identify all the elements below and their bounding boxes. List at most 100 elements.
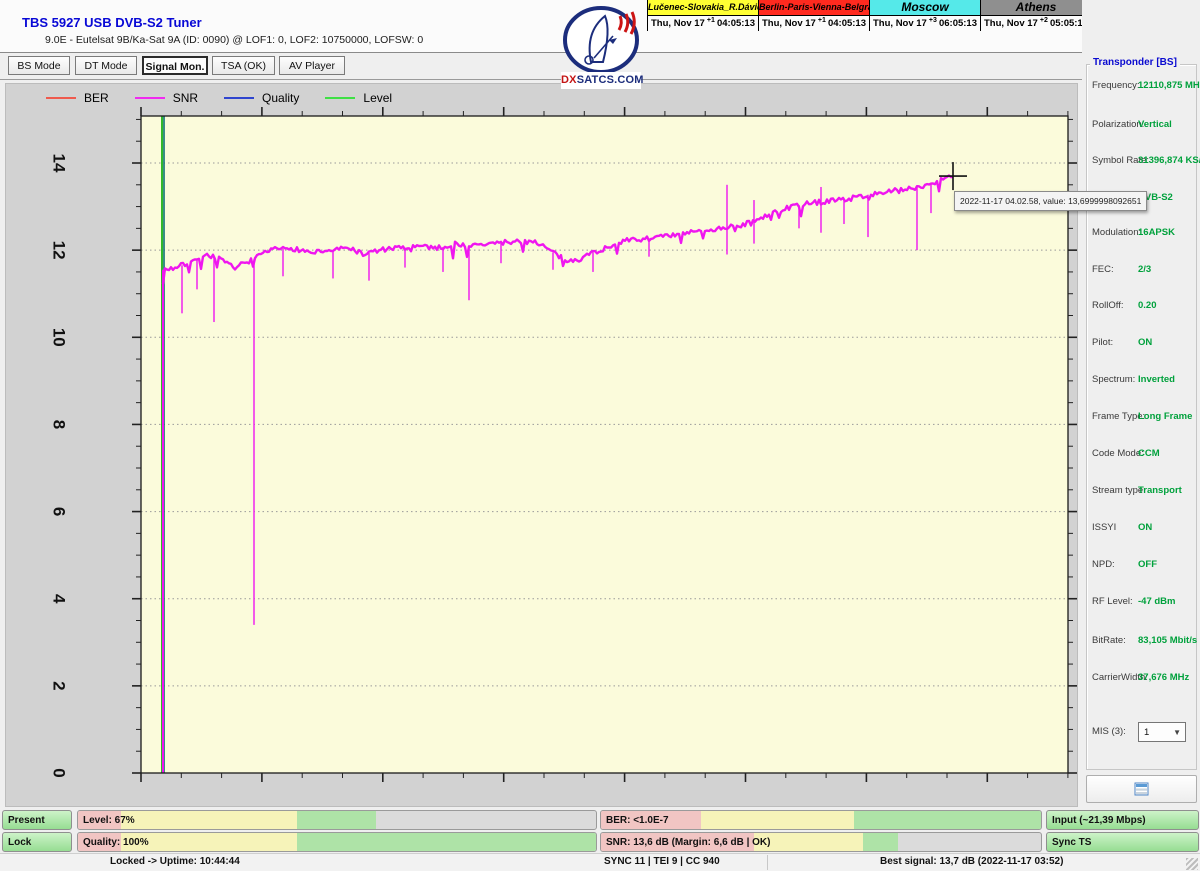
clock-date: Thu, Nov 17 [873,18,927,29]
best-signal-status: Best signal: 13,7 dB (2022-11-17 03:52) [880,856,1063,867]
bar-segment-yellow [121,811,297,829]
clock-city-header: Berlin-Paris-Vienna-Belgrade [759,0,869,16]
transponder-row: RF Level:-47 dBm [1082,596,1200,612]
transponder-row: Modulation:16APSK [1082,227,1200,243]
chart-legend: BERSNRQualityLevel [46,88,418,108]
transponder-row: Spectrum:Inverted [1082,374,1200,390]
transponder-value: 12110,875 MHz [1138,80,1200,91]
transponder-row: BitRate: 83,105 Mbit/s [1082,635,1200,651]
transponder-value: 16APSK [1138,227,1175,238]
uptime-status: Locked -> Uptime: 10:44:44 [110,856,240,867]
transponder-value: ON [1138,337,1152,348]
bar-segment-green [297,811,376,829]
lnb-settings-subtitle: 9.0E - Eutelsat 9B/Ka-Sat 9A (ID: 0090) … [45,34,423,46]
clock-city-header: Athens [981,0,1091,16]
transponder-label: RollOff: [1092,300,1124,311]
transponder-label: ISSYI [1092,522,1116,533]
mis-selected-value: 1 [1144,727,1149,738]
transponder-value: Inverted [1138,374,1175,385]
status-button-lock[interactable]: Lock [2,832,72,852]
dxsatcs-logo: DXSATCS.COM [561,6,641,92]
transponder-label: Polarization: [1092,119,1144,130]
bar-segment-green [297,833,596,851]
progress-bar: Quality: 100% [77,832,597,852]
legend-line-swatch [224,97,254,99]
satellite-dish-icon [561,6,641,74]
status-button-present[interactable]: Present [2,810,72,830]
logo-text: DXSATCS.COM [561,72,641,89]
transponder-row: CarrierWidth:37,676 MHz [1082,672,1200,688]
utc-offset: +1 [816,17,828,24]
transponder-value: Long Frame [1138,411,1192,422]
clock-time: Thu, Nov 17+205:05:13 [981,16,1091,31]
y-axis-label: 12 [50,241,69,260]
transponder-value: OFF [1138,559,1157,570]
transponder-label: RF Level: [1092,596,1133,607]
transponder-value: 83,105 Mbit/s [1138,635,1197,646]
mis-dropdown[interactable]: 1 ▼ [1138,722,1186,742]
utc-offset: +1 [705,17,717,24]
transponder-label: FEC: [1092,264,1114,275]
transponder-row: RollOff: 0.20 [1082,300,1200,316]
transponder-label: BitRate: [1092,635,1126,646]
mis-label: MIS (3): [1092,726,1126,737]
chart-tooltip: 2022-11-17 04.02.58, value: 13,699999809… [954,191,1147,211]
clock-time: Thu, Nov 17+104:05:13 [648,16,758,31]
transponder-value: ON [1138,522,1152,533]
snr-trend-chart[interactable]: 02468101214 [6,84,1079,808]
transponder-value: 0.20 [1138,300,1157,311]
tab-dt-mode[interactable]: DT Mode [75,56,137,75]
progress-bar: SNR: 13,6 dB (Margin: 6,6 dB | OK) [600,832,1042,852]
clock-cell: AthensThu, Nov 17+205:05:13 [981,0,1092,31]
statusbar-divider [767,855,768,870]
transponder-title: Transponder [BS] [1090,57,1180,68]
list-icon [1134,782,1149,796]
y-axis-label: 6 [50,507,69,516]
transponder-row: Code Mode:CCM [1082,448,1200,464]
y-axis-label: 14 [50,154,69,173]
y-axis-label: 8 [50,420,69,429]
transponder-label: Code Mode: [1092,448,1144,459]
transponder-row: Frame Type:Long Frame [1082,411,1200,427]
status-button-input-21-39-mbps-[interactable]: Input (~21,39 Mbps) [1046,810,1199,830]
bar-segment-yellow [701,811,854,829]
progress-bar: Level: 67% [77,810,597,830]
tab-signal-mon-[interactable]: Signal Mon. [142,56,208,75]
bar-segment-green [854,811,1041,829]
tab-tsa-ok-[interactable]: TSA (OK) [212,56,275,75]
transponder-row: ISSYI ON [1082,522,1200,538]
stream-list-button[interactable] [1086,775,1197,803]
transponder-value: 31396,874 KS/s [1138,155,1200,166]
clock-cell: Lučenec-Slovakia_R.DávidThu, Nov 17+104:… [648,0,759,31]
transponder-value: Vertical [1138,119,1172,130]
progress-bar: BER: <1.0E-7 [600,810,1042,830]
clock-cell: Berlin-Paris-Vienna-Belgrade Thu, Nov 17+… [759,0,870,31]
legend-label: BER [84,91,109,105]
y-axis-label: 4 [50,594,69,604]
tab-av-player[interactable]: AV Player [279,56,345,75]
status-button-sync-ts[interactable]: Sync TS [1046,832,1199,852]
bar-label: SNR: 13,6 dB (Margin: 6,6 dB | OK) [606,833,770,852]
app-title: TBS 5927 USB DVB-S2 Tuner [22,15,202,30]
status-bar: Locked -> Uptime: 10:44:44 SYNC 11 | TEI… [0,853,1200,871]
clock-time: Thu, Nov 17+306:05:13 [870,16,980,31]
clock-hms: 06:05:13 [939,18,977,29]
utc-offset: +2 [1038,17,1050,24]
transponder-row: Frequency:12110,875 MHz [1082,80,1200,96]
transponder-value: CCM [1138,448,1160,459]
resize-grip[interactable] [1186,858,1198,870]
clock-city-header: Moscow [870,0,980,16]
legend-label: SNR [173,91,198,105]
transponder-row: Pilot: ON [1082,337,1200,353]
legend-line-swatch [325,97,355,99]
transponder-value: Transport [1138,485,1182,496]
bar-label: BER: <1.0E-7 [606,811,669,830]
bar-label: Quality: 100% [83,833,149,852]
clock-date: Thu, Nov 17 [651,18,705,29]
y-axis-label: 0 [50,768,69,777]
clock-date: Thu, Nov 17 [762,18,816,29]
plot-area [141,116,1068,773]
y-axis-label: 10 [50,328,69,347]
transponder-label: Pilot: [1092,337,1113,348]
tab-bs-mode[interactable]: BS Mode [8,56,70,75]
